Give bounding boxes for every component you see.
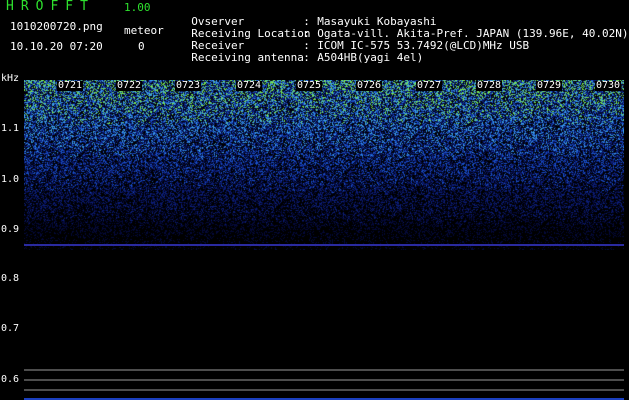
- x-tick-label: 0726: [356, 80, 383, 91]
- y-tick-label: 0.9: [1, 224, 20, 235]
- x-tick-label: 0729: [536, 80, 563, 91]
- x-tick-label: 0727: [416, 80, 443, 91]
- y-unit-label: kHz: [1, 73, 20, 84]
- y-tick-label: 1.0: [1, 174, 20, 185]
- x-tick-label: 0721: [57, 80, 84, 91]
- x-tick-label: 0725: [296, 80, 323, 91]
- x-tick-label: 0723: [175, 80, 202, 91]
- x-tick-label: 0730: [595, 80, 622, 91]
- y-tick-label: 0.7: [1, 323, 20, 334]
- x-tick-label: 0722: [116, 80, 143, 91]
- plot-guides: [24, 244, 624, 400]
- x-tick-label: 0728: [476, 80, 503, 91]
- y-tick-label: 0.8: [1, 273, 20, 284]
- y-tick-label: 0.6: [1, 374, 20, 385]
- y-tick-label: 1.1: [1, 123, 20, 134]
- x-tick-label: 0724: [236, 80, 263, 91]
